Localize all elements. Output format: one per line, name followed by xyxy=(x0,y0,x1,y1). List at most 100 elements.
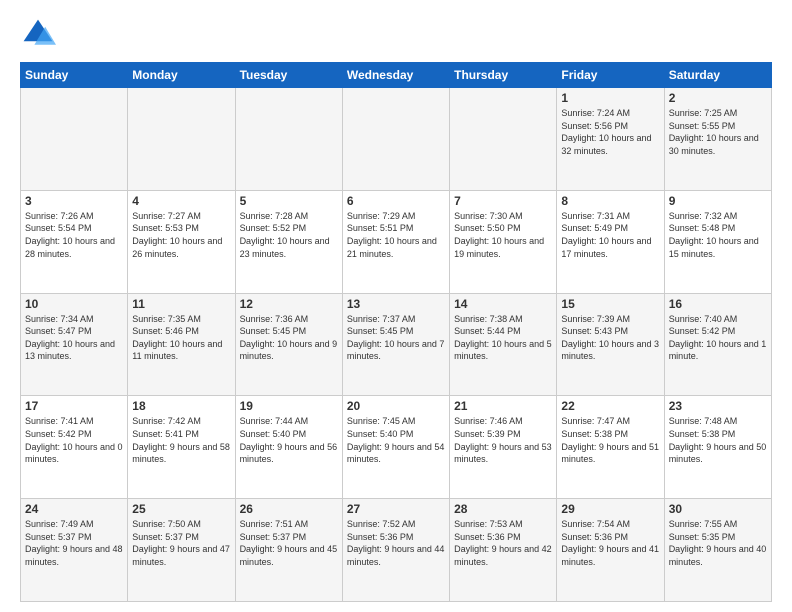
day-number: 25 xyxy=(132,502,230,516)
calendar-week-row: 3Sunrise: 7:26 AM Sunset: 5:54 PM Daylig… xyxy=(21,190,772,293)
day-info: Sunrise: 7:49 AM Sunset: 5:37 PM Dayligh… xyxy=(25,518,123,568)
calendar-cell: 22Sunrise: 7:47 AM Sunset: 5:38 PM Dayli… xyxy=(557,396,664,499)
calendar-cell xyxy=(21,88,128,191)
calendar-cell: 30 Sunrise: 7:55 AM Sunset: 5:35 PM Dayli… xyxy=(664,499,771,602)
calendar-header-row: SundayMondayTuesdayWednesdayThursdayFrid… xyxy=(21,63,772,88)
day-number: 30 xyxy=(669,502,767,516)
calendar-cell xyxy=(235,88,342,191)
day-info: Sunrise: 7:51 AM Sunset: 5:37 PM Dayligh… xyxy=(240,518,338,568)
day-info: Sunrise: 7:24 AM Sunset: 5:56 PM Dayligh… xyxy=(561,107,659,157)
calendar-cell: 4 Sunrise: 7:27 AM Sunset: 5:53 PM Daylig… xyxy=(128,190,235,293)
day-info: Sunrise: 7:27 AM Sunset: 5:53 PM Dayligh… xyxy=(132,210,230,260)
calendar-cell: 10 Sunrise: 7:34 AM Sunset: 5:47 PM Dayli… xyxy=(21,293,128,396)
day-info: Sunrise: 7:36 AM Sunset: 5:45 PM Dayligh… xyxy=(240,313,338,363)
day-info: Sunrise: 7:41 AM Sunset: 5:42 PM Dayligh… xyxy=(25,415,123,465)
day-number: 10 xyxy=(25,297,123,311)
logo xyxy=(20,16,62,52)
day-number: 22 xyxy=(561,399,659,413)
calendar-week-row: 1 Sunrise: 7:24 AM Sunset: 5:56 PM Daylig… xyxy=(21,88,772,191)
calendar-cell: 5 Sunrise: 7:28 AM Sunset: 5:52 PM Daylig… xyxy=(235,190,342,293)
header xyxy=(20,16,772,52)
day-number: 28 xyxy=(454,502,552,516)
calendar-header-thursday: Thursday xyxy=(450,63,557,88)
calendar-cell: 3Sunrise: 7:26 AM Sunset: 5:54 PM Daylig… xyxy=(21,190,128,293)
calendar-header-sunday: Sunday xyxy=(21,63,128,88)
day-number: 7 xyxy=(454,194,552,208)
day-info: Sunrise: 7:26 AM Sunset: 5:54 PM Dayligh… xyxy=(25,210,123,260)
day-number: 29 xyxy=(561,502,659,516)
calendar-cell: 11Sunrise: 7:35 AM Sunset: 5:46 PM Dayli… xyxy=(128,293,235,396)
day-number: 5 xyxy=(240,194,338,208)
calendar-cell: 20 Sunrise: 7:45 AM Sunset: 5:40 PM Dayli… xyxy=(342,396,449,499)
day-number: 18 xyxy=(132,399,230,413)
calendar-cell xyxy=(128,88,235,191)
calendar-cell: 26 Sunrise: 7:51 AM Sunset: 5:37 PM Dayli… xyxy=(235,499,342,602)
day-number: 23 xyxy=(669,399,767,413)
day-number: 19 xyxy=(240,399,338,413)
calendar-cell: 2 Sunrise: 7:25 AM Sunset: 5:55 PM Daylig… xyxy=(664,88,771,191)
calendar-week-row: 10 Sunrise: 7:34 AM Sunset: 5:47 PM Dayli… xyxy=(21,293,772,396)
page: SundayMondayTuesdayWednesdayThursdayFrid… xyxy=(0,0,792,612)
calendar-cell: 27Sunrise: 7:52 AM Sunset: 5:36 PM Dayli… xyxy=(342,499,449,602)
calendar-header-friday: Friday xyxy=(557,63,664,88)
calendar-cell: 28Sunrise: 7:53 AM Sunset: 5:36 PM Dayli… xyxy=(450,499,557,602)
calendar-header-tuesday: Tuesday xyxy=(235,63,342,88)
day-number: 26 xyxy=(240,502,338,516)
calendar-header-wednesday: Wednesday xyxy=(342,63,449,88)
day-info: Sunrise: 7:32 AM Sunset: 5:48 PM Dayligh… xyxy=(669,210,767,260)
calendar-cell: 21 Sunrise: 7:46 AM Sunset: 5:39 PM Dayli… xyxy=(450,396,557,499)
day-number: 2 xyxy=(669,91,767,105)
day-number: 21 xyxy=(454,399,552,413)
day-info: Sunrise: 7:34 AM Sunset: 5:47 PM Dayligh… xyxy=(25,313,123,363)
day-info: Sunrise: 7:55 AM Sunset: 5:35 PM Dayligh… xyxy=(669,518,767,568)
calendar-cell: 29 Sunrise: 7:54 AM Sunset: 5:36 PM Dayli… xyxy=(557,499,664,602)
day-number: 15 xyxy=(561,297,659,311)
calendar-cell: 7 Sunrise: 7:30 AM Sunset: 5:50 PM Daylig… xyxy=(450,190,557,293)
day-info: Sunrise: 7:29 AM Sunset: 5:51 PM Dayligh… xyxy=(347,210,445,260)
day-info: Sunrise: 7:54 AM Sunset: 5:36 PM Dayligh… xyxy=(561,518,659,568)
calendar-week-row: 24 Sunrise: 7:49 AM Sunset: 5:37 PM Dayli… xyxy=(21,499,772,602)
day-info: Sunrise: 7:39 AM Sunset: 5:43 PM Dayligh… xyxy=(561,313,659,363)
day-number: 12 xyxy=(240,297,338,311)
day-info: Sunrise: 7:28 AM Sunset: 5:52 PM Dayligh… xyxy=(240,210,338,260)
day-number: 11 xyxy=(132,297,230,311)
day-info: Sunrise: 7:50 AM Sunset: 5:37 PM Dayligh… xyxy=(132,518,230,568)
day-info: Sunrise: 7:46 AM Sunset: 5:39 PM Dayligh… xyxy=(454,415,552,465)
calendar-cell: 17 Sunrise: 7:41 AM Sunset: 5:42 PM Dayli… xyxy=(21,396,128,499)
day-info: Sunrise: 7:37 AM Sunset: 5:45 PM Dayligh… xyxy=(347,313,445,363)
day-info: Sunrise: 7:45 AM Sunset: 5:40 PM Dayligh… xyxy=(347,415,445,465)
day-info: Sunrise: 7:38 AM Sunset: 5:44 PM Dayligh… xyxy=(454,313,552,363)
calendar-table: SundayMondayTuesdayWednesdayThursdayFrid… xyxy=(20,62,772,602)
day-number: 24 xyxy=(25,502,123,516)
day-info: Sunrise: 7:52 AM Sunset: 5:36 PM Dayligh… xyxy=(347,518,445,568)
day-number: 16 xyxy=(669,297,767,311)
calendar-cell: 23 Sunrise: 7:48 AM Sunset: 5:38 PM Dayli… xyxy=(664,396,771,499)
day-info: Sunrise: 7:40 AM Sunset: 5:42 PM Dayligh… xyxy=(669,313,767,363)
day-number: 17 xyxy=(25,399,123,413)
day-number: 9 xyxy=(669,194,767,208)
logo-icon xyxy=(20,16,56,52)
calendar-cell: 15 Sunrise: 7:39 AM Sunset: 5:43 PM Dayli… xyxy=(557,293,664,396)
day-info: Sunrise: 7:48 AM Sunset: 5:38 PM Dayligh… xyxy=(669,415,767,465)
calendar-cell: 13 Sunrise: 7:37 AM Sunset: 5:45 PM Dayli… xyxy=(342,293,449,396)
day-number: 13 xyxy=(347,297,445,311)
day-number: 1 xyxy=(561,91,659,105)
day-number: 4 xyxy=(132,194,230,208)
day-info: Sunrise: 7:44 AM Sunset: 5:40 PM Dayligh… xyxy=(240,415,338,465)
calendar-header-saturday: Saturday xyxy=(664,63,771,88)
day-number: 14 xyxy=(454,297,552,311)
calendar-cell: 14 Sunrise: 7:38 AM Sunset: 5:44 PM Dayli… xyxy=(450,293,557,396)
day-number: 8 xyxy=(561,194,659,208)
calendar-week-row: 17 Sunrise: 7:41 AM Sunset: 5:42 PM Dayli… xyxy=(21,396,772,499)
day-number: 20 xyxy=(347,399,445,413)
day-info: Sunrise: 7:25 AM Sunset: 5:55 PM Dayligh… xyxy=(669,107,767,157)
calendar-cell: 16 Sunrise: 7:40 AM Sunset: 5:42 PM Dayli… xyxy=(664,293,771,396)
day-info: Sunrise: 7:30 AM Sunset: 5:50 PM Dayligh… xyxy=(454,210,552,260)
calendar-cell: 25 Sunrise: 7:50 AM Sunset: 5:37 PM Dayli… xyxy=(128,499,235,602)
day-info: Sunrise: 7:42 AM Sunset: 5:41 PM Dayligh… xyxy=(132,415,230,465)
calendar-cell xyxy=(450,88,557,191)
calendar-header-monday: Monday xyxy=(128,63,235,88)
calendar-cell: 12 Sunrise: 7:36 AM Sunset: 5:45 PM Dayli… xyxy=(235,293,342,396)
calendar-cell xyxy=(342,88,449,191)
calendar-cell: 9 Sunrise: 7:32 AM Sunset: 5:48 PM Daylig… xyxy=(664,190,771,293)
